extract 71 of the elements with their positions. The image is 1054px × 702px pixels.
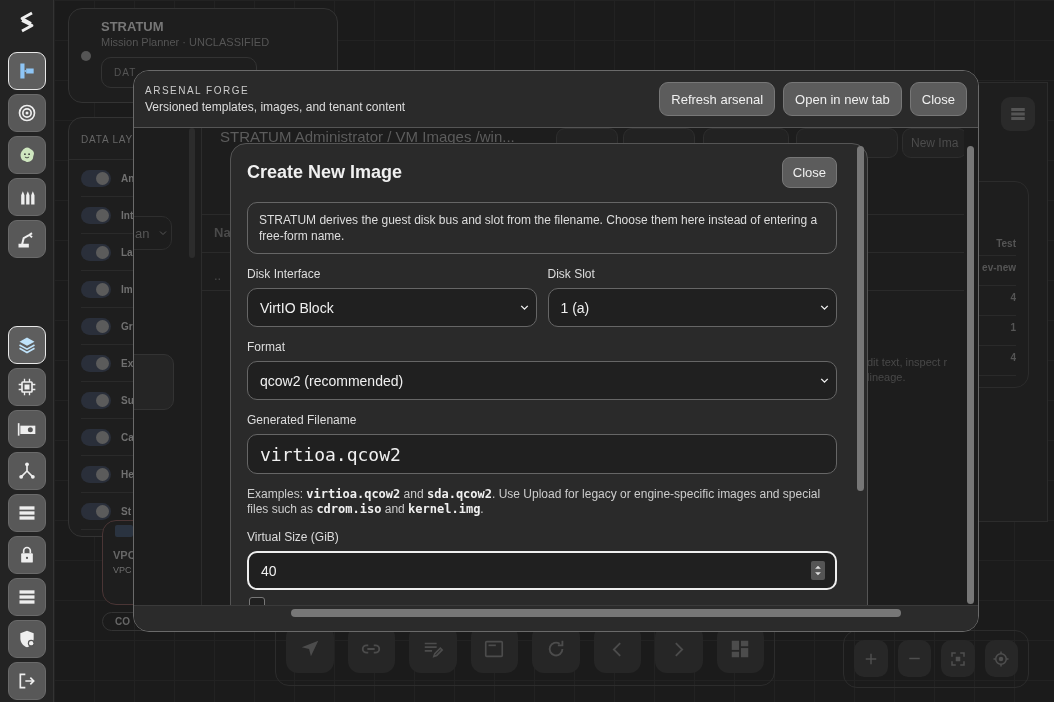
rail-button[interactable] bbox=[7, 178, 46, 216]
spinner-icon bbox=[811, 561, 825, 580]
chip-icon bbox=[16, 377, 37, 397]
layer-toggle[interactable] bbox=[81, 317, 111, 335]
status-dot bbox=[81, 51, 91, 61]
field-label: Virtual Size (GiB) bbox=[247, 530, 339, 544]
layer-label: Im bbox=[121, 283, 133, 295]
layers-icon bbox=[16, 335, 37, 355]
window-icon bbox=[483, 638, 506, 660]
modal-eyebrow: ARSENAL FORGE bbox=[145, 84, 251, 96]
layer-label: Su bbox=[121, 394, 134, 406]
layer-toggle[interactable] bbox=[81, 354, 111, 372]
layer-toggle[interactable] bbox=[81, 465, 111, 483]
rail-button[interactable] bbox=[7, 536, 46, 574]
select-field[interactable]: 1 (a) bbox=[547, 288, 837, 327]
size-field[interactable]: 40 bbox=[247, 551, 837, 590]
layer-label: He bbox=[121, 468, 134, 480]
rail-button[interactable] bbox=[7, 94, 46, 132]
rail-button[interactable] bbox=[7, 452, 46, 490]
zoom-button[interactable] bbox=[941, 640, 975, 677]
layer-toggle[interactable] bbox=[81, 502, 111, 520]
field-label: Format bbox=[247, 340, 285, 354]
layer-label: Gr bbox=[121, 320, 133, 332]
field-label: Disk Slot bbox=[547, 267, 595, 281]
layer-toggle[interactable] bbox=[81, 391, 111, 409]
select-field[interactable]: VirtIO Block bbox=[247, 288, 537, 327]
select-field[interactable]: qcow2 (recommended) bbox=[247, 361, 837, 400]
zoom-button[interactable] bbox=[984, 640, 1018, 677]
rail-button[interactable] bbox=[7, 620, 46, 658]
layer-label: Int bbox=[121, 209, 134, 221]
header-button[interactable]: Open in new tab bbox=[783, 82, 902, 116]
fit-view-icon bbox=[948, 649, 967, 668]
rail-button[interactable] bbox=[7, 578, 46, 616]
field-label: Disk Interface bbox=[247, 267, 321, 281]
modal-subtitle: Versioned templates, images, and tenant content bbox=[145, 99, 407, 114]
rail-button[interactable] bbox=[7, 368, 46, 406]
layer-toggle[interactable] bbox=[81, 243, 111, 261]
zoom-out-icon bbox=[908, 657, 920, 660]
rail-button[interactable] bbox=[7, 494, 46, 532]
layer-toggle[interactable] bbox=[81, 428, 111, 446]
node-icon bbox=[115, 525, 133, 537]
zoom-button[interactable] bbox=[854, 640, 888, 677]
app-title: STRATUM bbox=[101, 19, 165, 34]
rail-button[interactable] bbox=[7, 410, 46, 448]
network-icon bbox=[16, 461, 37, 481]
header-button[interactable]: Close bbox=[909, 82, 967, 116]
rail-button[interactable] bbox=[7, 136, 46, 174]
header-button[interactable]: Refresh arsenal bbox=[659, 82, 776, 116]
locate-icon bbox=[992, 649, 1011, 668]
layer-toggle[interactable] bbox=[81, 280, 111, 298]
help-text: Examples: virtioa.qcow2 and sda.qcow2. Use Upload for legacy or engine-specific images and special files such as cdrom.iso and kernel.img. bbox=[247, 487, 822, 517]
close-button[interactable]: Close bbox=[781, 157, 837, 188]
info-text: STRATUM derives the guest disk bus and slot from the filename. Choose them here instead of entering a free-form name. bbox=[247, 202, 837, 254]
layer-label: Ex bbox=[121, 357, 134, 369]
table-cell: .. bbox=[214, 268, 222, 283]
server-list-icon bbox=[1009, 105, 1027, 123]
menu-button[interactable] bbox=[1001, 97, 1035, 131]
layer-label: La bbox=[121, 246, 133, 258]
rail-button[interactable] bbox=[7, 662, 46, 700]
node-subtitle: VPC bbox=[113, 565, 133, 575]
chevron-left-icon bbox=[612, 641, 623, 657]
chevron-right-icon bbox=[673, 641, 684, 657]
layer-label: St bbox=[121, 505, 131, 517]
filename-field[interactable]: virtioa.qcow2 bbox=[247, 434, 837, 474]
target-icon bbox=[16, 103, 37, 123]
rail-button[interactable] bbox=[7, 220, 46, 258]
layer-toggle[interactable] bbox=[81, 206, 111, 224]
field-label: Generated Filename bbox=[247, 413, 357, 427]
layer-label: Ca bbox=[121, 431, 134, 443]
layer-toggle[interactable] bbox=[81, 169, 111, 187]
dialog-title: Create New Image bbox=[247, 162, 403, 183]
